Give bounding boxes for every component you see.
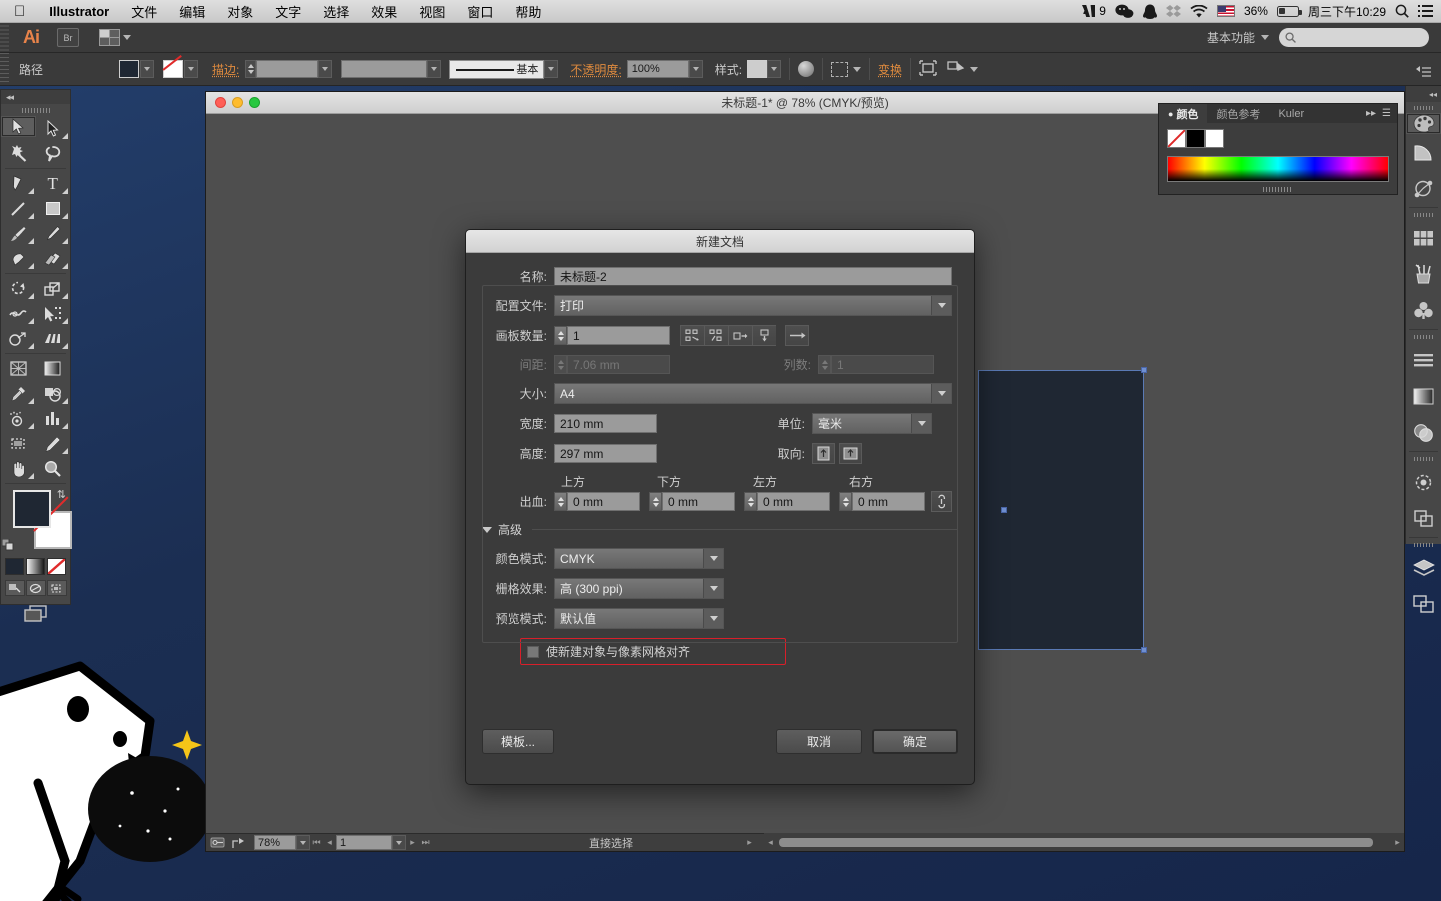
- bleed-left-stepper[interactable]: [744, 492, 757, 511]
- row-spacing-columns: 间距: 7.06 mm 列数: 1: [482, 355, 958, 374]
- artboards-input[interactable]: 1: [567, 326, 670, 345]
- bleed-bottom-input[interactable]: 0 mm: [662, 492, 735, 511]
- align-pixel-grid-highlight: 使新建对象与像素网格对齐: [520, 638, 786, 665]
- color-mode-select[interactable]: CMYK: [554, 548, 724, 569]
- cancel-button[interactable]: 取消: [776, 729, 862, 754]
- bleed-top-input[interactable]: 0 mm: [567, 492, 640, 511]
- dialog-body: 名称: 未标题-2 配置文件: 打印 画板数量: 1 间距: 7.06 mm 列…: [466, 253, 974, 665]
- size-label: 大小:: [519, 387, 547, 401]
- bleed-right-input[interactable]: 0 mm: [852, 492, 925, 511]
- preview-mode-select[interactable]: 默认值: [554, 608, 724, 629]
- chevron-down-icon[interactable]: [703, 579, 723, 598]
- height-label: 高度:: [519, 447, 547, 461]
- units-label: 单位:: [777, 417, 805, 431]
- spacing-label: 间距:: [519, 358, 547, 372]
- chevron-down-icon[interactable]: [931, 296, 951, 315]
- artboards-label: 画板数量:: [495, 329, 547, 343]
- new-document-dialog: 新建文档 名称: 未标题-2 配置文件: 打印 画板数量: 1 间距: 7.06…: [465, 229, 975, 785]
- row-document-name: 名称: 未标题-2: [482, 267, 958, 286]
- disclosure-triangle-icon[interactable]: [482, 526, 492, 533]
- row-artboards: 画板数量: 1: [482, 325, 958, 346]
- document-name-input[interactable]: 未标题-2: [554, 267, 952, 286]
- grid-by-row-button[interactable]: [680, 325, 704, 346]
- advanced-section-toggle[interactable]: 高级: [482, 521, 958, 538]
- raster-value: 高 (300 ppi): [560, 582, 623, 596]
- ok-button[interactable]: 确定: [872, 729, 958, 754]
- bleed-bottom-label: 下方: [657, 475, 682, 489]
- raster-effects-select[interactable]: 高 (300 ppi): [554, 578, 724, 599]
- bleed-top-stepper[interactable]: [554, 492, 567, 511]
- right-to-left-layout-button[interactable]: [785, 325, 809, 346]
- grid-by-column-button[interactable]: [704, 325, 728, 346]
- dialog-footer: 模板... 取消 确定: [482, 729, 958, 754]
- link-bleed-values-button[interactable]: [931, 491, 952, 512]
- portrait-orientation-button[interactable]: [812, 443, 835, 464]
- chevron-down-icon[interactable]: [703, 549, 723, 568]
- chevron-down-icon[interactable]: [931, 384, 951, 403]
- row-width-units: 宽度: 210 mm 单位: 毫米: [482, 413, 958, 434]
- columns-stepper: [818, 355, 831, 374]
- arrange-by-column-button[interactable]: [752, 325, 776, 346]
- bleed-right-stepper[interactable]: [839, 492, 852, 511]
- row-preview-mode: 预览模式: 默认值: [482, 608, 958, 629]
- chevron-down-icon[interactable]: [911, 414, 931, 433]
- row-size: 大小: A4: [482, 383, 958, 404]
- name-label: 名称:: [519, 270, 547, 284]
- chevron-down-icon[interactable]: [703, 609, 723, 628]
- arrange-by-row-button[interactable]: [728, 325, 752, 346]
- preview-value: 默认值: [560, 612, 597, 626]
- spacing-input: 7.06 mm: [567, 355, 670, 374]
- orientation-label: 取向:: [777, 447, 805, 461]
- row-profile: 配置文件: 打印: [482, 295, 958, 316]
- spacing-stepper: [554, 355, 567, 374]
- align-pixel-grid-checkbox[interactable]: [527, 645, 539, 658]
- width-input[interactable]: 210 mm: [554, 414, 657, 433]
- profile-select[interactable]: 打印: [554, 295, 952, 316]
- size-select[interactable]: A4: [554, 383, 952, 404]
- row-height-orientation: 高度: 297 mm 取向:: [482, 443, 958, 464]
- bleed-left-label: 左方: [753, 475, 778, 489]
- bleed-column-headers: 上方 下方 左方 右方: [561, 473, 958, 490]
- bleed-left-input[interactable]: 0 mm: [757, 492, 830, 511]
- bleed-bottom-stepper[interactable]: [649, 492, 662, 511]
- align-pixel-grid-label[interactable]: 使新建对象与像素网格对齐: [546, 643, 690, 660]
- columns-label: 列数:: [783, 358, 811, 372]
- row-color-mode: 颜色模式: CMYK: [482, 548, 958, 569]
- landscape-orientation-button[interactable]: [839, 443, 862, 464]
- artboard-arrangement-buttons: [680, 325, 809, 346]
- bleed-right-label: 右方: [849, 475, 874, 489]
- color-mode-label: 颜色模式:: [495, 552, 547, 566]
- color-mode-value: CMYK: [560, 551, 595, 566]
- profile-value: 打印: [560, 299, 585, 313]
- units-value: 毫米: [818, 417, 843, 431]
- templates-button[interactable]: 模板...: [482, 729, 554, 754]
- dialog-title-bar[interactable]: 新建文档: [466, 230, 974, 253]
- advanced-divider: [532, 529, 958, 530]
- row-bleed: 出血: 0 mm 0 mm 0 mm 0 mm: [482, 491, 958, 512]
- size-value: A4: [560, 386, 575, 401]
- artboards-stepper[interactable]: [554, 326, 567, 345]
- units-select[interactable]: 毫米: [812, 413, 932, 434]
- height-input[interactable]: 297 mm: [554, 444, 657, 463]
- advanced-label: 高级: [498, 523, 523, 537]
- profile-label: 配置文件:: [495, 299, 547, 313]
- preview-label: 预览模式:: [495, 612, 547, 626]
- width-label: 宽度:: [519, 417, 547, 431]
- raster-label: 栅格效果:: [495, 582, 547, 596]
- row-raster-effects: 栅格效果: 高 (300 ppi): [482, 578, 958, 599]
- bleed-top-label: 上方: [561, 475, 586, 489]
- columns-input: 1: [831, 355, 934, 374]
- dialog-title-label: 新建文档: [695, 234, 744, 249]
- bleed-label: 出血:: [519, 495, 547, 509]
